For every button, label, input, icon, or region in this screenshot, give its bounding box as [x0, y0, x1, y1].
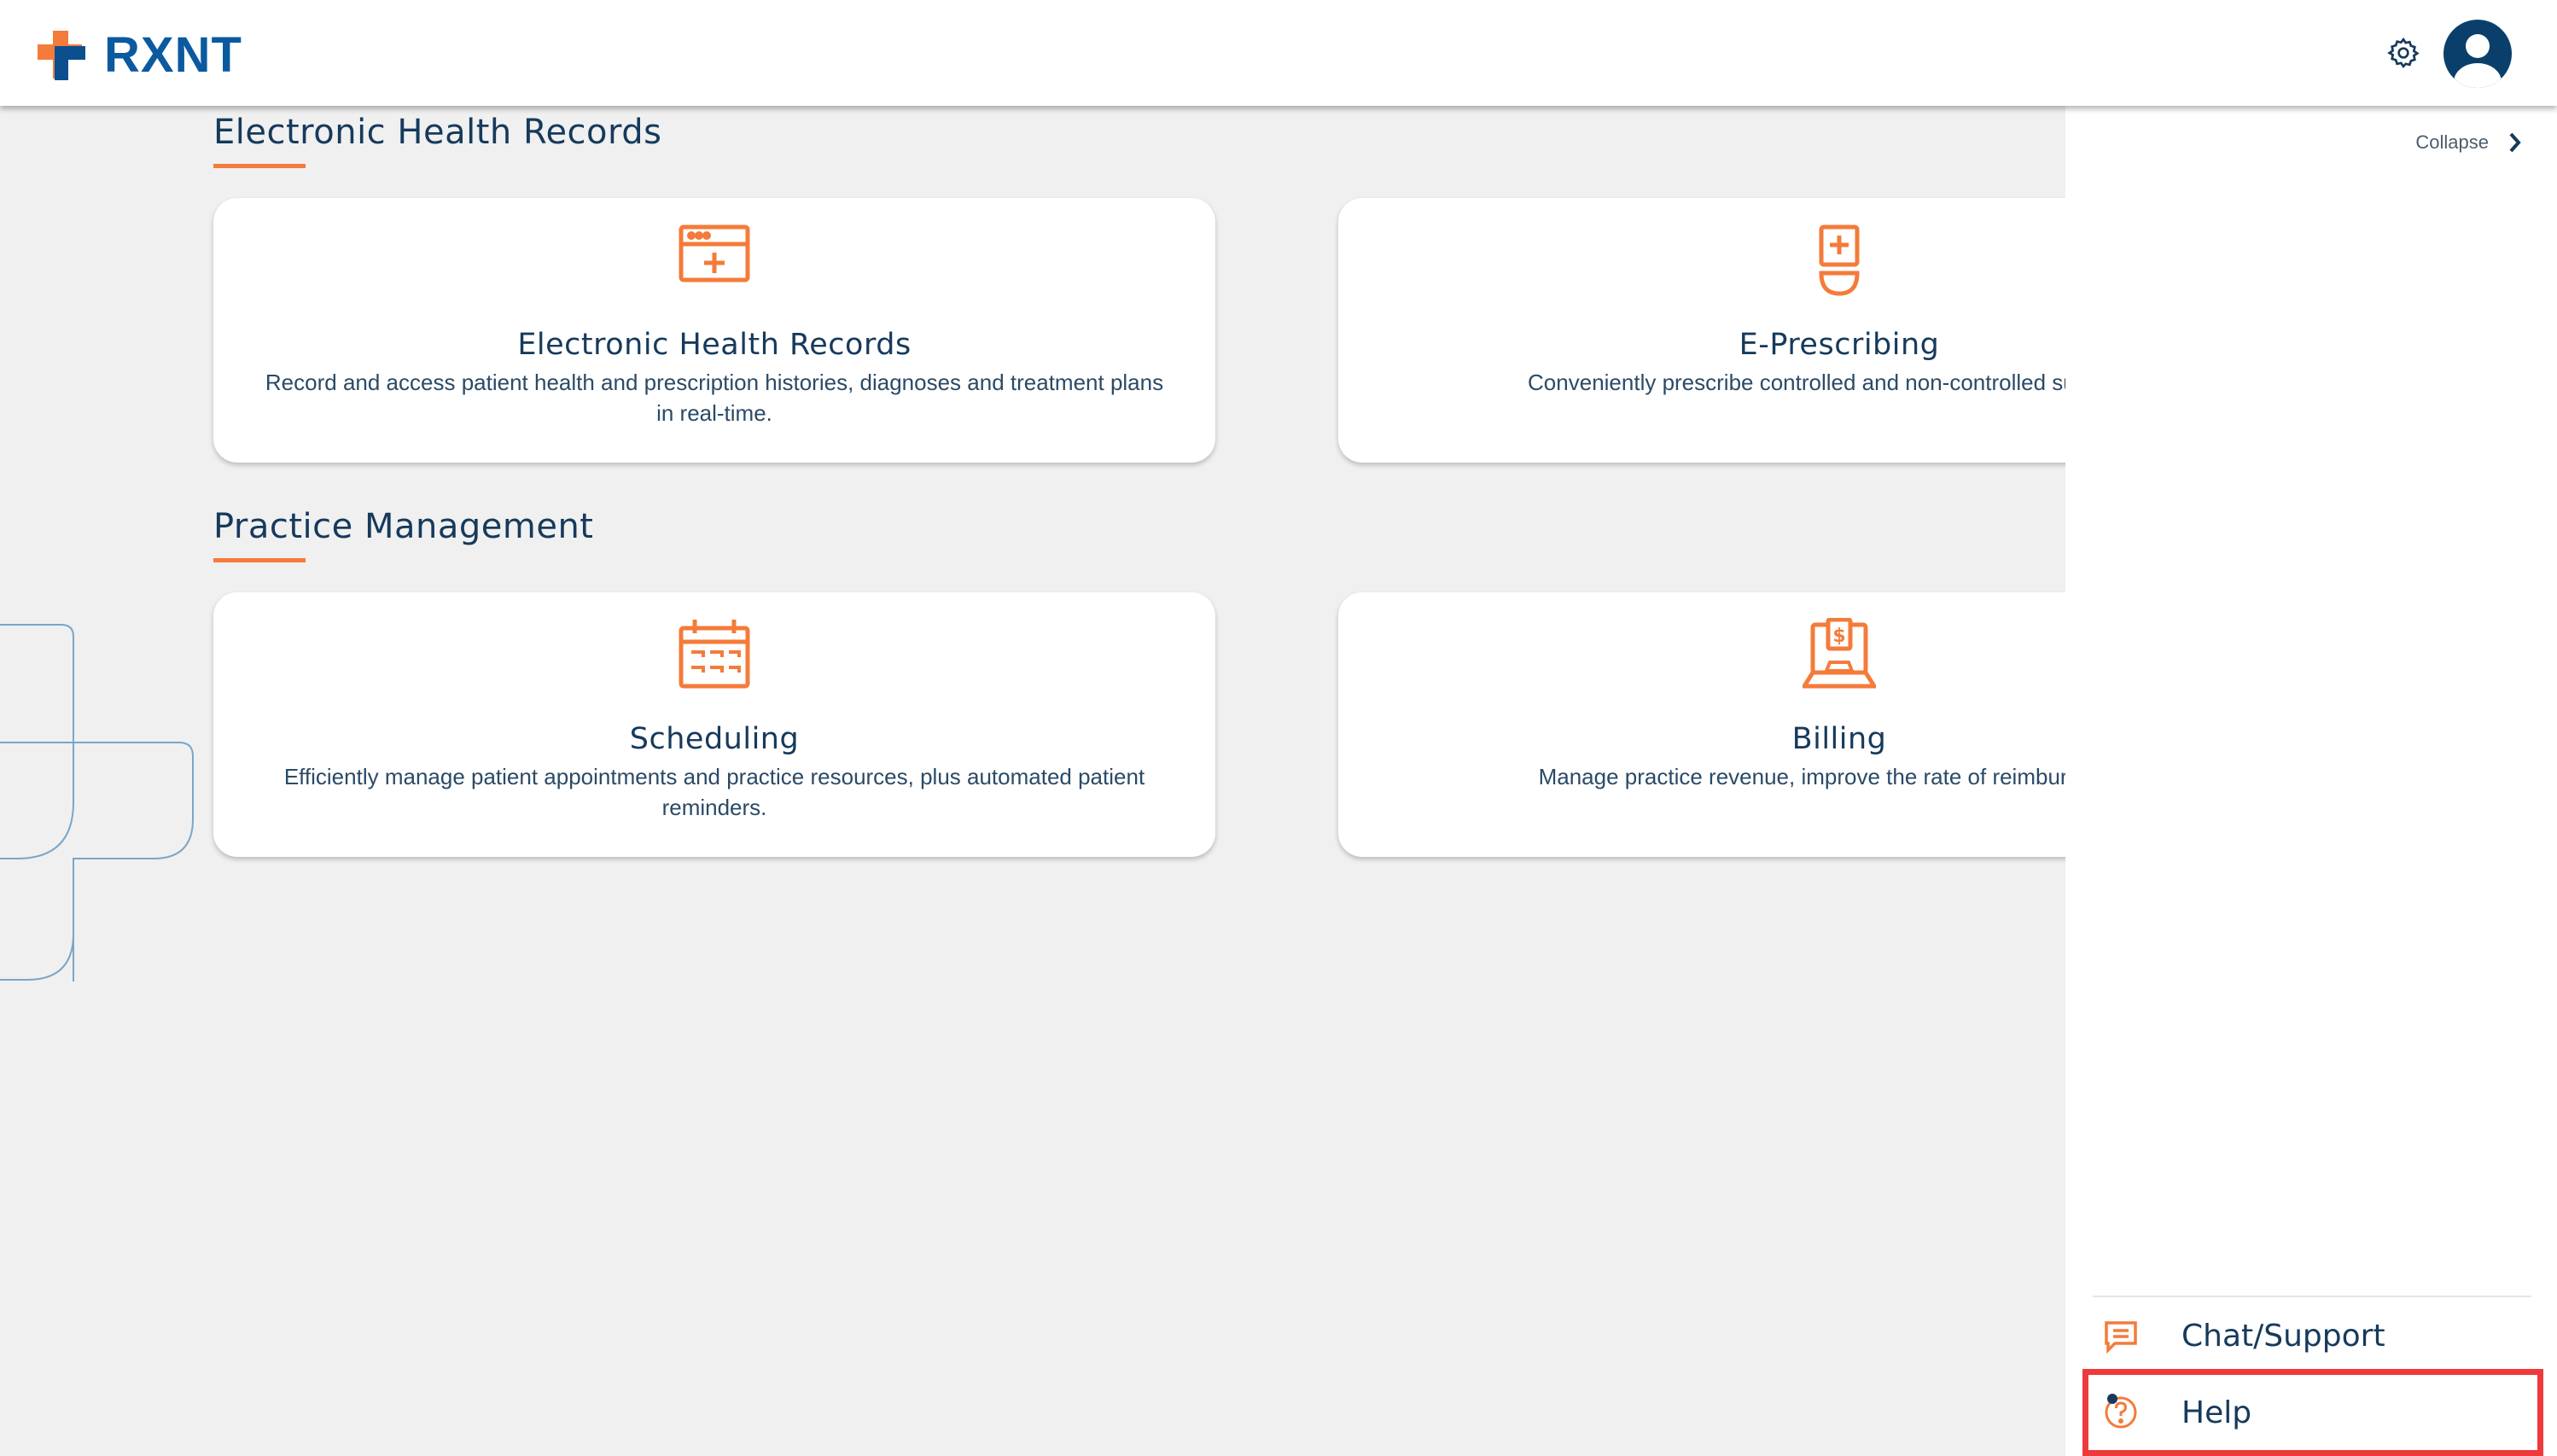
sidebar-item-chat-support[interactable]: Chat/Support [2082, 1297, 2543, 1374]
decorative-cross-outline [0, 624, 194, 981]
card-scheduling[interactable]: Scheduling Efficiently manage patient ap… [213, 592, 1215, 857]
section-underline [213, 164, 306, 168]
card-electronic-health-records[interactable]: Electronic Health Records Record and acc… [213, 198, 1215, 463]
gear-icon[interactable] [2386, 36, 2420, 70]
section-underline [213, 558, 306, 562]
rxnt-cross-logo-icon [38, 31, 85, 80]
sidebar-item-help[interactable]: Help [2082, 1369, 2543, 1456]
calendar-icon [679, 620, 750, 689]
cursor-dot [2107, 1394, 2117, 1404]
chat-icon [2105, 1321, 2137, 1354]
card-title: Electronic Health Records [517, 328, 912, 362]
collapse-button[interactable]: Collapse [2415, 131, 2523, 154]
logo-text: RXNT [104, 26, 242, 83]
rxnt-logo[interactable]: RXNT [34, 26, 242, 84]
collapse-label: Collapse [2415, 131, 2489, 153]
user-avatar-icon[interactable] [2443, 19, 2513, 89]
prescription-bottle-icon [1819, 224, 1860, 296]
right-sidebar: Collapse Chat/Support Help [2065, 106, 2557, 1456]
ehr-window-plus-icon [679, 224, 750, 282]
sidebar-item-label: Help [2181, 1395, 2252, 1430]
sidebar-item-label: Chat/Support [2181, 1318, 2385, 1354]
card-title: Scheduling [629, 722, 800, 756]
chevron-right-icon [2509, 132, 2521, 153]
card-description: Efficiently manage patient appointments … [283, 764, 1145, 820]
section-title-ehr: Electronic Health Records [213, 113, 662, 152]
top-bar: RXNT [0, 0, 2557, 106]
card-description: Record and access patient health and pre… [265, 370, 1164, 426]
section-title-practice-management: Practice Management [213, 507, 594, 546]
laptop-billing-icon: $ [1803, 618, 1876, 689]
svg-text:$: $ [1832, 626, 1845, 647]
